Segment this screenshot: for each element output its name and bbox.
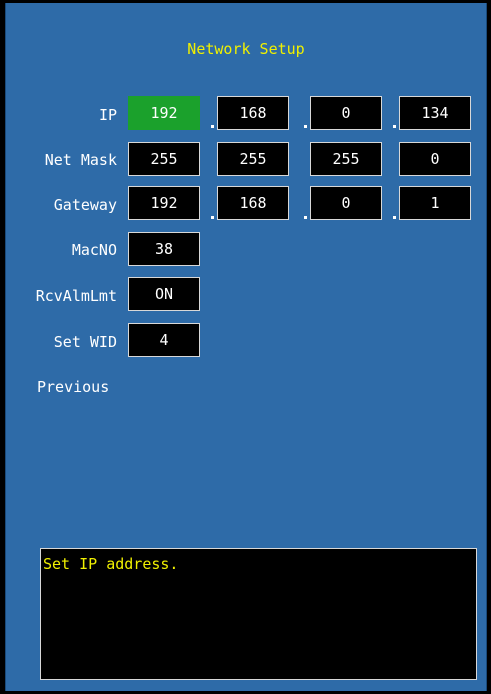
ip-label: IP — [98, 106, 117, 124]
gateway-octet-2[interactable]: 168 — [217, 186, 289, 220]
gateway-dot-1 — [211, 216, 214, 219]
gateway-octet-1[interactable]: 192 — [128, 186, 200, 220]
setwid-label: Set WID — [53, 333, 117, 351]
ip-dot-3 — [393, 125, 396, 128]
netmask-label: Net Mask — [44, 151, 117, 169]
ip-dot-1 — [211, 125, 214, 128]
gateway-octet-3[interactable]: 0 — [310, 186, 382, 220]
rcvalmlmt-field[interactable]: ON — [128, 277, 200, 311]
rcvalmlmt-label: RcvAlmLmt — [35, 287, 117, 305]
gateway-label: Gateway — [53, 196, 117, 214]
netmask-octet-1[interactable]: 255 — [128, 142, 200, 176]
netmask-octet-2[interactable]: 255 — [217, 142, 289, 176]
help-text-box: Set IP address. — [40, 548, 477, 680]
ip-octet-1[interactable]: 192 — [128, 96, 200, 130]
macno-label: MacNO — [71, 241, 117, 259]
gateway-dot-3 — [393, 216, 396, 219]
ip-octet-2[interactable]: 168 — [217, 96, 289, 130]
ip-octet-3[interactable]: 0 — [310, 96, 382, 130]
help-text: Set IP address. — [43, 555, 179, 573]
setwid-field[interactable]: 4 — [128, 323, 200, 357]
netmask-octet-3[interactable]: 255 — [310, 142, 382, 176]
previous-button[interactable]: Previous — [37, 378, 109, 396]
macno-field[interactable]: 38 — [128, 232, 200, 266]
netmask-octet-4[interactable]: 0 — [399, 142, 471, 176]
network-setup-panel: Network Setup IP 192 168 0 134 Net Mask … — [5, 3, 487, 691]
gateway-dot-2 — [304, 216, 307, 219]
page-title: Network Setup — [187, 40, 305, 58]
gateway-octet-4[interactable]: 1 — [399, 186, 471, 220]
ip-octet-4[interactable]: 134 — [399, 96, 471, 130]
ip-dot-2 — [304, 125, 307, 128]
